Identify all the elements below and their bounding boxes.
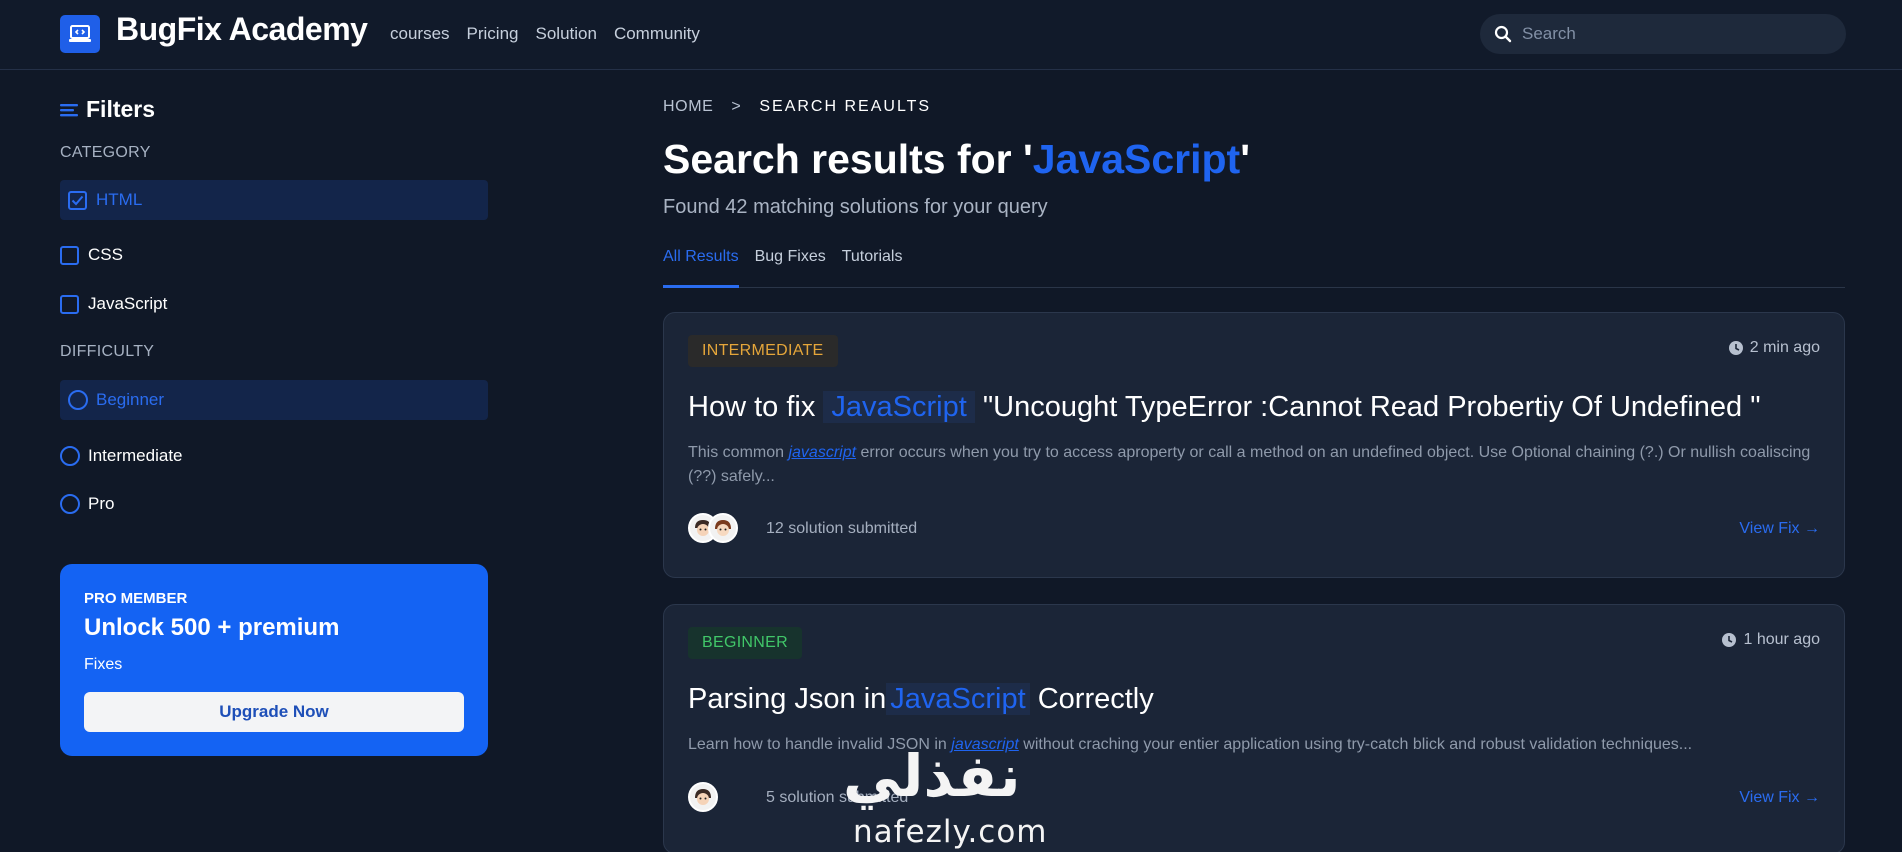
category-label-html: HTML: [96, 190, 143, 209]
tab-all-results[interactable]: All Results: [663, 248, 739, 288]
category-option-css[interactable]: CSS: [60, 235, 488, 275]
radio[interactable]: [60, 494, 80, 514]
logo[interactable]: [60, 15, 100, 53]
timestamp: 2 min ago: [1728, 339, 1820, 357]
result-card[interactable]: INTERMEDIATE 2 min ago How to fix JavaSc…: [663, 312, 1845, 578]
result-card[interactable]: BEGINNER 1 hour ago Parsing Json in JavaS…: [663, 604, 1845, 852]
results-count: Found 42 matching solutions for your que…: [663, 196, 1048, 218]
contributor-avatars: [688, 782, 718, 812]
filter-lines-icon: [60, 103, 78, 116]
watermark: نفذلي nafezly.com: [843, 742, 1063, 852]
desc-pre: This common: [688, 444, 789, 461]
search-query: JavaScript: [1032, 136, 1241, 182]
user-face-icon: [695, 789, 711, 805]
nav-solution[interactable]: Solution: [536, 24, 597, 44]
watermark-arabic: نفذلي: [843, 742, 1021, 810]
promo-tag: PRO MEMBER: [84, 590, 188, 607]
result-description: This common javascript error occurs when…: [688, 441, 1818, 489]
nav-pricing[interactable]: Pricing: [467, 24, 519, 44]
tab-bug-fixes[interactable]: Bug Fixes: [755, 248, 826, 288]
breadcrumb-home[interactable]: HOME: [663, 98, 713, 116]
category-option-javascript[interactable]: JavaScript: [60, 284, 488, 324]
category-label-css: CSS: [88, 245, 123, 264]
avatar: [708, 513, 738, 543]
solutions-count: 12 solution submitted: [766, 520, 918, 537]
nav-courses[interactable]: courses: [390, 24, 450, 44]
category-label: CATEGORY: [60, 144, 151, 161]
difficulty-option-intermediate[interactable]: Intermediate: [60, 436, 488, 476]
timestamp: 1 hour ago: [1721, 631, 1820, 649]
title-pre: Parsing Json in: [688, 683, 887, 715]
check-icon: [71, 195, 84, 205]
difficulty-label-intermediate: Intermediate: [88, 446, 183, 465]
top-navbar: BugFix Academy courses Pricing Solution …: [0, 0, 1902, 70]
category-option-html[interactable]: HTML: [60, 180, 488, 220]
breadcrumb: HOME > SEARCH REAULTS: [663, 98, 931, 116]
difficulty-option-pro[interactable]: Pro: [60, 484, 488, 524]
category-label-javascript: JavaScript: [88, 294, 168, 313]
result-title[interactable]: Parsing Json in JavaScript Correctly: [688, 683, 1154, 716]
main-nav: courses Pricing Solution Community: [390, 24, 700, 44]
title-post: "Uncought TypeError :Cannot Read Probert…: [982, 391, 1761, 423]
view-fix-link[interactable]: View Fix →: [1739, 520, 1820, 538]
upgrade-button[interactable]: Upgrade Now: [84, 692, 464, 732]
desc-post: error occurs when you try to access apro…: [688, 444, 1811, 485]
difficulty-label-beginner: Beginner: [96, 390, 165, 409]
search-input[interactable]: [1522, 24, 1822, 44]
user-face-icon: [715, 520, 731, 536]
level-badge: BEGINNER: [688, 627, 802, 659]
result-tabs: All Results Bug Fixes Tutorials: [663, 248, 1845, 288]
breadcrumb-current: SEARCH REAULTS: [759, 98, 932, 115]
title-pre: How to fix: [688, 391, 816, 423]
brand-name[interactable]: BugFix Academy: [116, 11, 368, 48]
difficulty-label-pro: Pro: [88, 494, 115, 513]
title-keyword: JavaScript: [886, 683, 1030, 715]
checkbox-checked[interactable]: [68, 190, 87, 210]
search-bar[interactable]: [1480, 14, 1846, 54]
pro-promo-card: PRO MEMBER Unlock 500 + premium Fixes Up…: [60, 564, 488, 756]
promo-headline: Unlock 500 + premium: [84, 614, 340, 641]
nav-community[interactable]: Community: [614, 24, 700, 44]
timestamp-text: 2 min ago: [1749, 339, 1820, 356]
title-keyword: JavaScript: [823, 391, 975, 423]
radio[interactable]: [60, 446, 80, 466]
tab-tutorials[interactable]: Tutorials: [842, 248, 903, 288]
clock-icon: [1728, 341, 1743, 355]
search-icon: [1494, 25, 1512, 43]
breadcrumb-separator: >: [731, 98, 742, 115]
title-suffix: ': [1240, 136, 1250, 182]
difficulty-option-beginner[interactable]: Beginner: [60, 380, 488, 420]
level-badge: INTERMEDIATE: [688, 335, 838, 367]
checkbox[interactable]: [60, 294, 79, 314]
page-title: Search results for 'JavaScript': [663, 136, 1250, 183]
view-fix-link[interactable]: View Fix →: [1739, 789, 1820, 807]
filters-title: Filters: [86, 96, 156, 122]
title-post: Correctly: [1037, 683, 1154, 715]
filters-heading: Filters: [60, 96, 155, 123]
avatar: [688, 782, 718, 812]
laptop-code-icon: [69, 25, 91, 42]
desc-post: without craching your entier application…: [1018, 736, 1693, 753]
difficulty-label: DIFFICULTY: [60, 343, 155, 360]
watermark-latin: nafezly.com: [853, 814, 1048, 850]
promo-sub: Fixes: [84, 656, 123, 673]
result-title[interactable]: How to fix JavaScript "Uncought TypeErro…: [688, 391, 1761, 424]
radio-selected[interactable]: [68, 390, 88, 410]
contributor-avatars: [688, 513, 738, 543]
clock-icon: [1722, 633, 1737, 647]
checkbox[interactable]: [60, 245, 79, 265]
title-prefix: Search results for ': [663, 136, 1033, 182]
desc-keyword-link[interactable]: javascript: [788, 444, 856, 461]
timestamp-text: 1 hour ago: [1743, 631, 1820, 648]
